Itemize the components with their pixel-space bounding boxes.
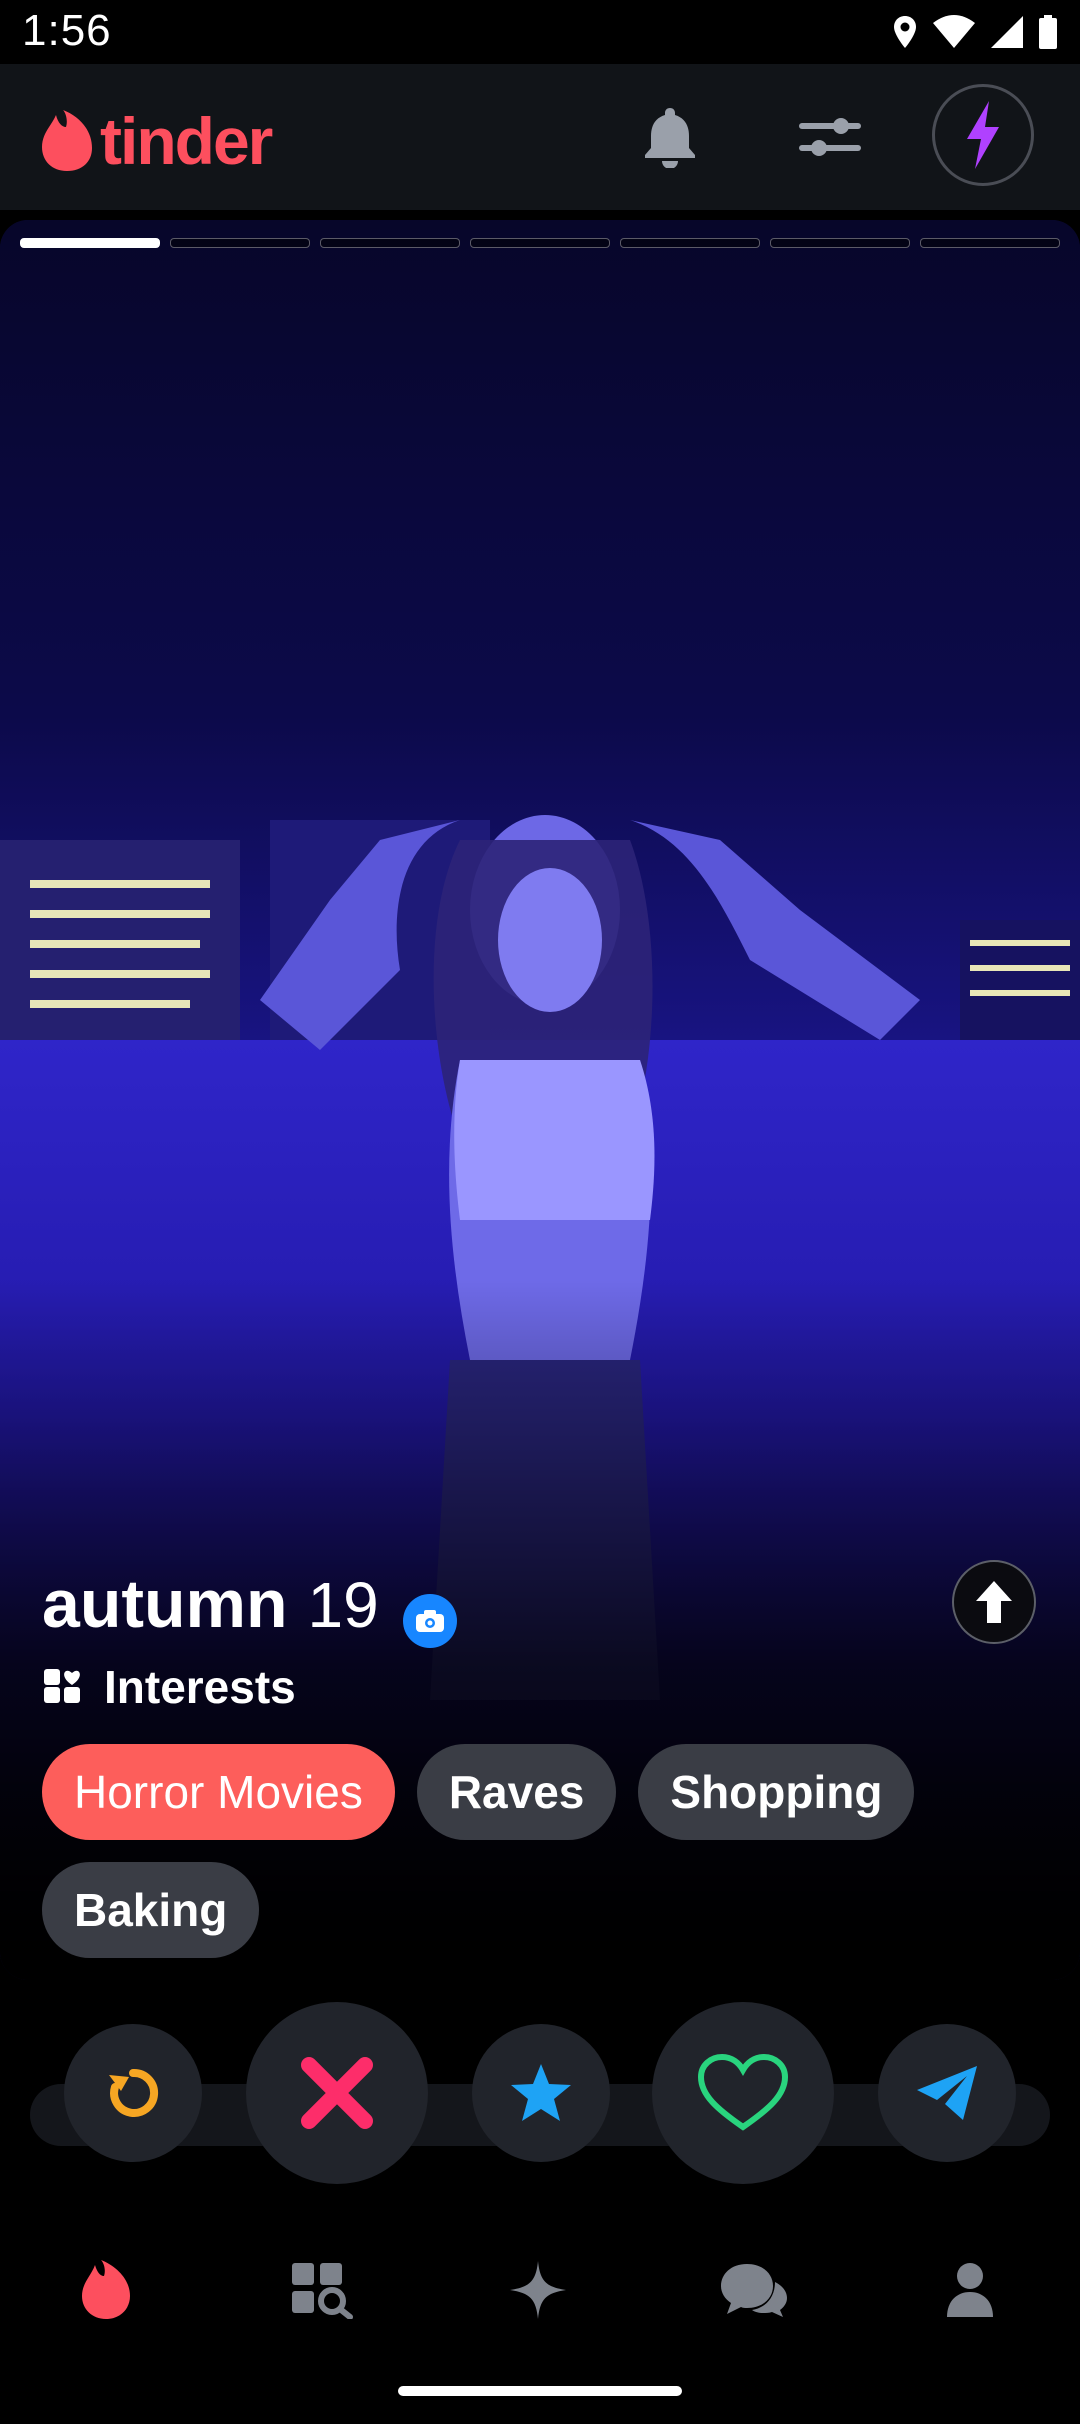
wifi-icon	[933, 15, 975, 48]
interests-label: Interests	[104, 1661, 296, 1713]
boost-button[interactable]	[932, 84, 1034, 186]
sparkle-icon	[510, 2261, 566, 2319]
photo-indicator	[920, 238, 1060, 248]
rewind-icon	[109, 2068, 159, 2117]
profile-age: 19	[307, 1569, 379, 1641]
interest-chip: Baking	[42, 1862, 260, 1958]
status-bar: 1:56	[0, 0, 1080, 64]
interests-icon	[44, 1669, 80, 1703]
profile-name: autumn	[42, 1566, 288, 1642]
filters-icon	[799, 118, 861, 156]
profile-icon	[947, 2263, 993, 2317]
send-icon	[917, 2066, 977, 2120]
profile-name-row: autumn 19	[42, 1565, 457, 1648]
like-button[interactable]	[652, 2002, 834, 2184]
super-like-button[interactable]	[472, 2024, 610, 2162]
photo-indicator	[470, 238, 610, 248]
photo-indicator	[20, 238, 160, 248]
tinder-logo: tinder	[40, 104, 273, 178]
rewind-button[interactable]	[64, 2024, 202, 2162]
nav-home[interactable]	[56, 2240, 156, 2340]
notifications-button[interactable]	[630, 104, 710, 170]
bell-icon	[645, 108, 695, 168]
logo-text: tinder	[100, 104, 273, 178]
interests-header: Interests	[42, 1660, 296, 1714]
nav-explore[interactable]	[272, 2240, 372, 2340]
lightning-icon	[967, 101, 999, 169]
photo-verified-badge[interactable]	[402, 1594, 457, 1648]
home-indicator[interactable]	[398, 2386, 682, 2396]
close-icon	[301, 2057, 373, 2129]
status-time: 1:56	[22, 6, 112, 55]
status-icons	[892, 14, 1058, 50]
location-icon	[894, 16, 916, 48]
battery-icon	[1039, 15, 1057, 49]
profile-card[interactable]: autumn 19 Interests Horror Movies Raves …	[0, 220, 1080, 1980]
boost-send-button[interactable]	[878, 2024, 1016, 2162]
filters-button[interactable]	[790, 104, 870, 170]
photo-progress	[20, 238, 1060, 248]
photo-indicator	[620, 238, 760, 248]
nav-gold[interactable]	[488, 2240, 588, 2340]
interest-chip-shared: Horror Movies	[42, 1744, 395, 1840]
photo-indicator	[320, 238, 460, 248]
photo-indicator	[770, 238, 910, 248]
nope-button[interactable]	[246, 2002, 428, 2184]
messages-icon	[721, 2264, 787, 2317]
interest-chip: Shopping	[638, 1744, 915, 1840]
nav-messages[interactable]	[704, 2240, 804, 2340]
photo-indicator	[170, 238, 310, 248]
home-icon	[82, 2260, 130, 2319]
interest-chip: Raves	[416, 1744, 617, 1840]
bottom-nav	[0, 2240, 1080, 2340]
interest-chips: Horror Movies Raves Shopping Baking	[42, 1744, 1052, 1958]
explore-icon	[292, 2263, 353, 2319]
open-profile-button[interactable]	[952, 1560, 1036, 1644]
star-icon	[511, 2064, 571, 2121]
signal-icon	[991, 16, 1023, 48]
camera-icon	[415, 1610, 444, 1632]
arrow-up-icon	[976, 1581, 1012, 1623]
heart-icon	[697, 2053, 789, 2131]
flame-logo-icon	[42, 110, 92, 171]
nav-profile[interactable]	[920, 2240, 1020, 2340]
building-right	[960, 920, 1080, 1040]
